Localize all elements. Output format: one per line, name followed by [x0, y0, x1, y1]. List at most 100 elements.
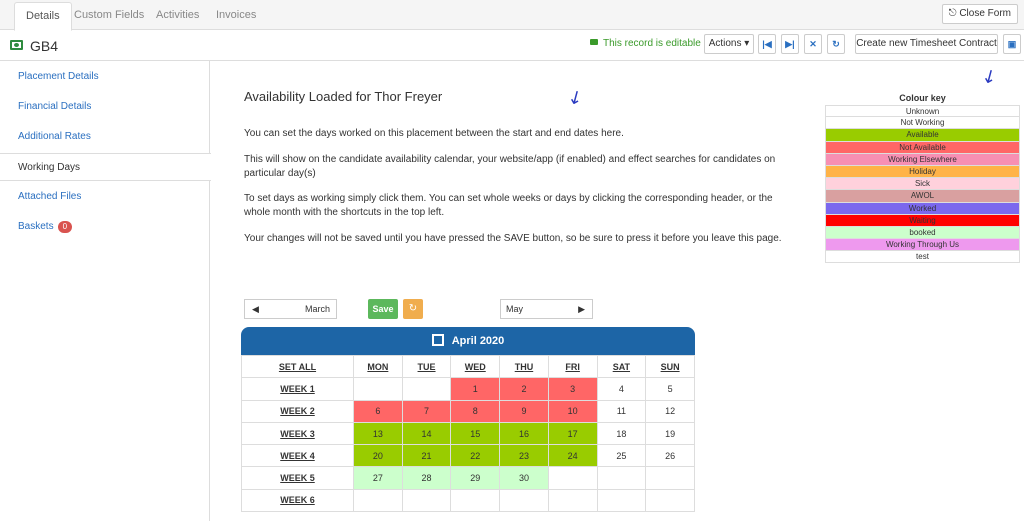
save-icon[interactable]: ▣: [1003, 34, 1021, 54]
week-header[interactable]: WEEK 2: [241, 399, 354, 423]
calendar-day-cell[interactable]: 11: [596, 399, 647, 423]
colour-key-item: Available: [825, 129, 1020, 142]
calendar-day-cell[interactable]: 19: [645, 421, 695, 446]
colour-key-item: Not Working: [825, 117, 1020, 130]
reset-icon[interactable]: ↻: [403, 299, 423, 319]
money-icon: [10, 40, 23, 50]
info-paragraph: This will show on the candidate availabi…: [244, 154, 776, 179]
calendar-day-cell[interactable]: 28: [401, 466, 452, 490]
day-header-mon[interactable]: MON: [353, 354, 403, 379]
colour-key-item: test: [825, 251, 1020, 264]
prev-month-button[interactable]: ◀ March: [244, 299, 337, 319]
calendar-day-cell[interactable]: 4: [596, 377, 647, 401]
calendar-week-row: WEEK 6: [241, 488, 695, 513]
colour-key-item: Unknown: [825, 105, 1020, 118]
last-record-icon[interactable]: ▶|: [781, 34, 799, 54]
week-header[interactable]: WEEK 4: [241, 444, 354, 468]
calendar-day-cell[interactable]: 22: [450, 444, 501, 468]
unlock-icon: [590, 39, 598, 45]
actions-button[interactable]: Actions ▾: [704, 34, 754, 54]
week-label: WEEK 2: [280, 406, 315, 417]
calendar-day-cell: [645, 488, 695, 513]
tab-invoices[interactable]: Invoices: [205, 2, 267, 30]
week-label: WEEK 4: [280, 450, 315, 461]
next-month-button[interactable]: May ▶: [500, 299, 593, 319]
colour-key: Colour key Unknown Not Working Available No…: [825, 91, 1020, 264]
calendar-day-cell[interactable]: 17: [547, 421, 598, 446]
calendar-week-row: WEEK 4 20 21 22 23 24 25 26: [241, 444, 695, 468]
day-header-thu[interactable]: THU: [499, 354, 549, 379]
create-timesheet-contract-button[interactable]: Create new Timesheet Contract: [855, 34, 998, 54]
calendar-day-cell[interactable]: 16: [499, 421, 549, 446]
calendar-day-cell[interactable]: 9: [499, 399, 549, 423]
colour-key-item: Working Elsewhere: [825, 153, 1020, 166]
set-all-header[interactable]: SET ALL: [241, 354, 354, 379]
calendar-day-cell[interactable]: 27: [353, 466, 403, 490]
day-header-fri[interactable]: FRI: [547, 354, 598, 379]
calendar-day-cell[interactable]: 1: [450, 377, 501, 401]
close-form-button[interactable]: ⎋ Close Form: [941, 4, 1018, 24]
save-button[interactable]: Save: [368, 299, 398, 319]
set-all-label: SET ALL: [278, 361, 317, 372]
colour-key-item: Not Available: [825, 141, 1020, 154]
sidebar: Placement Details Financial Details Addi…: [0, 60, 211, 521]
first-record-icon[interactable]: |◀: [758, 34, 776, 54]
editable-label: This record is editable: [603, 38, 701, 49]
week-label: WEEK 3: [280, 428, 315, 439]
record-title: GB4: [30, 38, 59, 54]
sidebar-item-working-days[interactable]: Working Days: [0, 153, 211, 181]
calendar-day-cell[interactable]: 18: [596, 421, 647, 446]
calendar-day-cell[interactable]: 8: [450, 399, 501, 423]
colour-key-item: Working Through Us: [825, 239, 1020, 252]
calendar-day-cell: [401, 377, 452, 401]
calendar-day-cell[interactable]: 29: [450, 466, 501, 490]
sidebar-item-attached-files[interactable]: Attached Files: [0, 183, 210, 211]
close-icon[interactable]: ✕: [804, 34, 822, 54]
refresh-icon[interactable]: ↻: [827, 34, 845, 54]
week-label: WEEK 6: [280, 495, 315, 506]
week-header[interactable]: WEEK 5: [241, 466, 354, 490]
calendar-day-cell[interactable]: 20: [353, 444, 403, 468]
calendar-day-cell[interactable]: 25: [596, 444, 647, 468]
tab-activities[interactable]: Activities: [145, 2, 210, 30]
calendar-month: April 2020: [451, 335, 505, 347]
week-header[interactable]: WEEK 6: [241, 488, 354, 513]
day-header-label: THU: [514, 361, 534, 372]
day-header-wed[interactable]: WED: [450, 354, 501, 379]
tab-custom-fields[interactable]: Custom Fields: [63, 2, 155, 30]
day-header-sun[interactable]: SUN: [645, 354, 695, 379]
editable-status: This record is editable: [590, 38, 701, 49]
calendar-day-cell[interactable]: 7: [401, 399, 452, 423]
calendar-day-cell[interactable]: 30: [499, 466, 549, 490]
sidebar-item-financial-details[interactable]: Financial Details: [0, 93, 210, 121]
calendar-day-cell: [450, 488, 501, 513]
calendar-day-cell[interactable]: 12: [645, 399, 695, 423]
day-header-tue[interactable]: TUE: [401, 354, 452, 379]
prev-month-label: March: [304, 304, 330, 314]
day-header-label: MON: [367, 361, 389, 372]
sidebar-item-baskets[interactable]: Baskets 0: [0, 213, 210, 241]
week-header[interactable]: WEEK 3: [241, 421, 354, 446]
calendar-day-cell[interactable]: 24: [547, 444, 598, 468]
next-month-label: May: [506, 304, 524, 314]
sidebar-item-additional-rates[interactable]: Additional Rates: [0, 123, 210, 151]
calendar-day-cell[interactable]: 2: [499, 377, 549, 401]
calendar-day-cell[interactable]: 6: [353, 399, 403, 423]
calendar-day-cell[interactable]: 15: [450, 421, 501, 446]
week-header[interactable]: WEEK 1: [241, 377, 354, 401]
calendar-day-cell[interactable]: 26: [645, 444, 695, 468]
annotation-arrow-icon: ↙: [977, 63, 1001, 89]
calendar-day-cell[interactable]: 23: [499, 444, 549, 468]
sidebar-item-placement-details[interactable]: Placement Details: [0, 63, 210, 91]
calendar-day-cell[interactable]: 10: [547, 399, 598, 423]
colour-key-item: AWOL: [825, 190, 1020, 203]
day-header-sat[interactable]: SAT: [596, 354, 647, 379]
calendar-day-cell[interactable]: 3: [547, 377, 598, 401]
calendar-day-cell[interactable]: 5: [645, 377, 695, 401]
calendar-day-cell[interactable]: 21: [401, 444, 452, 468]
triangle-right-icon: ▶: [578, 304, 585, 314]
week-label: WEEK 1: [280, 383, 315, 394]
calendar-day-cell[interactable]: 13: [353, 421, 403, 446]
calendar-day-cell: [353, 488, 403, 513]
calendar-day-cell[interactable]: 14: [401, 421, 452, 446]
